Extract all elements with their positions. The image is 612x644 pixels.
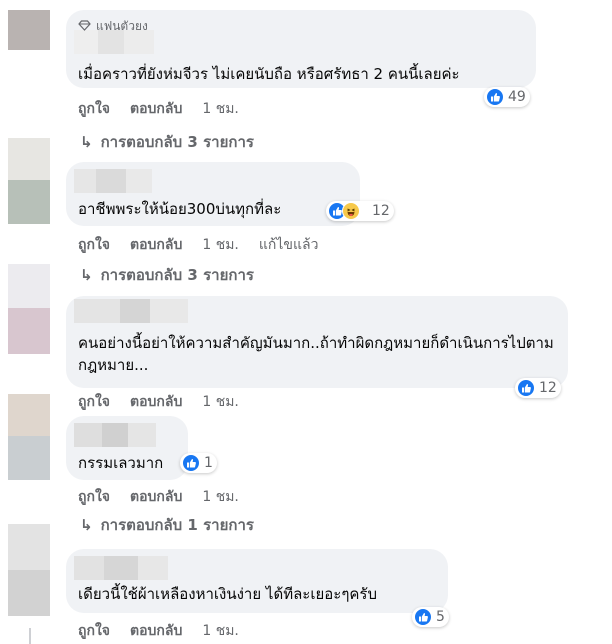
- reaction-count: 12: [539, 380, 557, 396]
- avatar[interactable]: [8, 10, 50, 50]
- reaction-count: 5: [436, 609, 445, 625]
- reply-button[interactable]: ตอบกลับ: [130, 620, 182, 642]
- reply-arrow-icon: ↳: [80, 266, 93, 284]
- reaction-summary[interactable]: 12: [515, 378, 561, 398]
- top-fan-badge: แฟนตัวยง: [78, 17, 148, 36]
- like-button[interactable]: ถูกใจ: [78, 486, 110, 508]
- timestamp[interactable]: 1 ชม.: [202, 486, 239, 508]
- timestamp[interactable]: 1 ชม.: [202, 620, 239, 642]
- comment-text: กรรมเลวมาก: [78, 454, 164, 472]
- avatar[interactable]: [8, 264, 50, 354]
- timestamp[interactable]: 1 ชม.: [202, 98, 239, 120]
- reaction-summary[interactable]: 1: [180, 453, 217, 473]
- blurred-author-name[interactable]: [74, 556, 168, 580]
- timestamp[interactable]: 1 ชม.: [202, 391, 239, 413]
- reply-arrow-icon: ↳: [80, 516, 93, 534]
- comment-text: เมื่อคราวที่ยังห่มจีวร ไม่เคยนับถือ หรือ…: [78, 65, 460, 83]
- diamond-icon: [78, 19, 91, 34]
- like-reaction-icon: [182, 454, 200, 472]
- like-reaction-icon: [517, 379, 535, 397]
- blurred-author-name[interactable]: [74, 423, 156, 447]
- like-button[interactable]: ถูกใจ: [78, 234, 110, 256]
- reply-button[interactable]: ตอบกลับ: [130, 391, 182, 413]
- view-replies-link[interactable]: ↳ การตอบกลับ 3 รายการ: [80, 130, 254, 154]
- comment-text: คนอย่างนี้อย่าให้ความสำคัญมันมาก..ถ้าทำผ…: [78, 334, 554, 374]
- reaction-summary[interactable]: 12: [326, 201, 394, 221]
- like-reaction-icon: [414, 608, 432, 626]
- comment-text: เดียวนี้ใช้ผ้าเหลืองหาเงินง่าย ได้ทีละเย…: [78, 585, 377, 603]
- like-button[interactable]: ถูกใจ: [78, 98, 110, 120]
- reaction-count: 1: [204, 455, 213, 471]
- replies-label: การตอบกลับ 3 รายการ: [100, 266, 254, 284]
- blurred-author-name[interactable]: [74, 169, 152, 193]
- replies-label: การตอบกลับ 1 รายการ: [100, 516, 254, 534]
- blurred-author-name[interactable]: [74, 299, 188, 323]
- reaction-summary[interactable]: 49: [484, 87, 530, 107]
- timestamp[interactable]: 1 ชม.: [202, 234, 239, 256]
- reply-button[interactable]: ตอบกลับ: [130, 98, 182, 120]
- view-replies-link[interactable]: ↳ การตอบกลับ 3 รายการ: [80, 263, 254, 287]
- avatar[interactable]: [8, 138, 50, 224]
- avatar[interactable]: [8, 394, 50, 480]
- reaction-count: 12: [372, 203, 390, 219]
- like-button[interactable]: ถูกใจ: [78, 620, 110, 642]
- comment-text: อาชีพพระให้น้อย300บ่นทุกที่ละ: [78, 200, 282, 218]
- reaction-count: 49: [508, 89, 526, 105]
- reply-arrow-icon: ↳: [80, 133, 93, 151]
- avatar[interactable]: [8, 524, 50, 616]
- replies-label: การตอบกลับ 3 รายการ: [100, 133, 254, 151]
- reaction-summary[interactable]: 5: [412, 607, 449, 627]
- reply-button[interactable]: ตอบกลับ: [130, 486, 182, 508]
- like-button[interactable]: ถูกใจ: [78, 391, 110, 413]
- reply-button[interactable]: ตอบกลับ: [130, 234, 182, 256]
- like-reaction-icon: [486, 88, 504, 106]
- edited-label[interactable]: แก้ไขแล้ว: [259, 234, 319, 256]
- haha-reaction-icon: [342, 202, 360, 220]
- top-fan-label: แฟนตัวยง: [96, 19, 148, 33]
- view-replies-link[interactable]: ↳ การตอบกลับ 1 รายการ: [80, 513, 254, 537]
- thread-line: [29, 628, 31, 644]
